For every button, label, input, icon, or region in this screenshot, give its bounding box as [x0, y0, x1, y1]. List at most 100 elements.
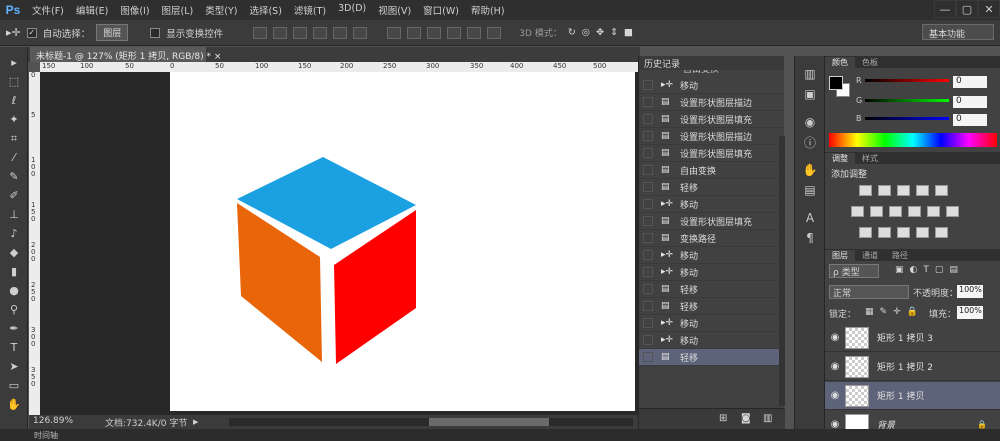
- canvas[interactable]: [170, 72, 635, 411]
- r-value[interactable]: 0: [953, 76, 987, 88]
- menu-item[interactable]: 窗口(W): [417, 3, 465, 17]
- crop-tool-icon[interactable]: ⌗: [0, 129, 28, 148]
- pen-tool-icon[interactable]: ✒: [0, 319, 28, 338]
- history-item[interactable]: ▸✛ 移动: [639, 196, 784, 213]
- gradient-map-icon[interactable]: [916, 227, 929, 238]
- history-item[interactable]: ▤ 设置形状图层描边: [639, 94, 784, 111]
- history-source-checkbox[interactable]: [643, 80, 653, 90]
- vertical-ruler[interactable]: 0 5 1 0 0 1 5 0 2 0 0 2 5 0 3 0 0 3 5 0: [29, 72, 40, 415]
- auto-select-checkbox[interactable]: ✓: [26, 27, 37, 38]
- b-slider[interactable]: [865, 117, 949, 120]
- layer-row[interactable]: ◉ 矩形 1 拷贝 2: [825, 353, 1000, 381]
- layer-name[interactable]: 矩形 1 拷贝 3: [877, 331, 933, 344]
- move-tool-icon[interactable]: ▸: [0, 53, 28, 72]
- history-source-checkbox[interactable]: [643, 267, 653, 277]
- lasso-tool-icon[interactable]: ℓ: [0, 91, 28, 110]
- history-item[interactable]: ▸✛ 移动: [639, 264, 784, 281]
- history-item[interactable]: ▸✛ 移动: [639, 247, 784, 264]
- history-item[interactable]: ▤ 自由变换: [639, 162, 784, 179]
- threshold-icon[interactable]: [897, 227, 910, 238]
- rectangle-tool-icon[interactable]: ▭: [0, 376, 28, 395]
- menu-item[interactable]: 视图(V): [372, 3, 417, 17]
- lock-pixels-icon[interactable]: ✎: [880, 307, 888, 317]
- horizontal-scrollbar[interactable]: [229, 418, 633, 426]
- type-tool-icon[interactable]: T: [0, 338, 28, 357]
- gradient-tool-icon[interactable]: ▮: [0, 262, 28, 281]
- color-lookup-icon[interactable]: [946, 206, 959, 217]
- distribute-left-icon[interactable]: [447, 26, 462, 39]
- history-item[interactable]: ▤ 变换路径: [639, 230, 784, 247]
- selective-color-icon[interactable]: [935, 227, 948, 238]
- history-source-checkbox[interactable]: [643, 301, 653, 311]
- dodge-tool-icon[interactable]: ⚲: [0, 300, 28, 319]
- auto-select-dropdown[interactable]: 图层: [96, 24, 129, 41]
- snapshot-camera-icon[interactable]: ◙: [741, 413, 751, 424]
- status-arrow-icon[interactable]: ▶: [193, 418, 198, 426]
- scrollbar-thumb[interactable]: [429, 418, 549, 426]
- path-selection-tool-icon[interactable]: ➤: [0, 357, 28, 376]
- levels-icon[interactable]: [878, 185, 891, 196]
- minimize-button[interactable]: —: [934, 0, 956, 18]
- hue-saturation-icon[interactable]: [851, 206, 864, 217]
- lock-position-icon[interactable]: ✛: [893, 307, 901, 317]
- invert-icon[interactable]: [859, 227, 872, 238]
- history-item[interactable]: ▤ 轻移: [639, 179, 784, 196]
- distribute-hcenter-icon[interactable]: [467, 26, 482, 39]
- layer-name[interactable]: 矩形 1 拷贝: [877, 389, 924, 402]
- history-item[interactable]: ▤ 设置形状图层填充: [639, 145, 784, 162]
- magic-wand-tool-icon[interactable]: ✦: [0, 110, 28, 129]
- align-bottom-icon[interactable]: [293, 26, 308, 39]
- history-source-checkbox[interactable]: [643, 114, 653, 124]
- shape-filter-icon[interactable]: ▢: [935, 265, 944, 275]
- history-item[interactable]: ▤ 轻移: [639, 281, 784, 298]
- vibrance-icon[interactable]: [935, 185, 948, 196]
- tab-channels[interactable]: 通道: [855, 250, 885, 261]
- b-value[interactable]: 0: [953, 114, 987, 126]
- menu-item[interactable]: 选择(S): [243, 3, 287, 17]
- history-source-checkbox[interactable]: [643, 165, 653, 175]
- move-tool-icon[interactable]: ▸✛: [6, 26, 21, 39]
- tab-swatches[interactable]: 色板: [855, 57, 885, 68]
- tab-adjustments[interactable]: 调整: [825, 153, 855, 164]
- history-source-checkbox[interactable]: [643, 284, 653, 294]
- layer-name[interactable]: 矩形 1 拷贝 2: [877, 360, 933, 373]
- history-source-checkbox[interactable]: [643, 97, 653, 107]
- history-item[interactable]: ▤ 轻移: [639, 298, 784, 315]
- properties-panel-icon[interactable]: ▣: [795, 84, 825, 104]
- smart-filter-icon[interactable]: ▤: [949, 265, 958, 275]
- roll-3d-icon[interactable]: ◎: [582, 27, 590, 38]
- history-source-checkbox[interactable]: [643, 318, 653, 328]
- layer-filter-dropdown[interactable]: ρ 类型: [829, 264, 879, 278]
- history-source-checkbox[interactable]: [643, 199, 653, 209]
- menu-item[interactable]: 3D(D): [332, 3, 372, 17]
- show-transform-checkbox[interactable]: [150, 27, 161, 38]
- drag-3d-icon[interactable]: ✥: [596, 27, 604, 38]
- adjustment-filter-icon[interactable]: ◐: [910, 265, 918, 275]
- timeline-tab[interactable]: 时间轴: [34, 430, 58, 441]
- g-slider[interactable]: [865, 99, 949, 102]
- curves-icon[interactable]: [897, 185, 910, 196]
- zoom-level[interactable]: 126.89%: [33, 416, 73, 426]
- align-top-icon[interactable]: [253, 26, 268, 39]
- info-panel-icon[interactable]: ⓘ: [795, 132, 825, 152]
- black-white-icon[interactable]: [889, 206, 902, 217]
- hand-tool-icon[interactable]: ✋: [0, 395, 28, 414]
- marquee-tool-icon[interactable]: ⬚: [0, 72, 28, 91]
- fill-value[interactable]: 100%: [957, 306, 983, 319]
- history-scrollbar[interactable]: [779, 136, 785, 406]
- r-slider[interactable]: [865, 79, 949, 82]
- stamp-tool-icon[interactable]: ⊥: [0, 205, 28, 224]
- menu-item[interactable]: 文件(F): [26, 3, 70, 17]
- history-source-checkbox[interactable]: [643, 233, 653, 243]
- brightness-icon[interactable]: [859, 185, 872, 196]
- history-source-checkbox[interactable]: [643, 352, 653, 362]
- eyedropper-tool-icon[interactable]: ⁄: [0, 148, 28, 167]
- blend-mode-dropdown[interactable]: 正常: [829, 285, 909, 299]
- tab-color[interactable]: 颜色: [825, 57, 855, 68]
- distribute-top-icon[interactable]: [387, 26, 402, 39]
- opacity-value[interactable]: 100%: [957, 285, 983, 298]
- brush-presets-icon[interactable]: ▤: [795, 180, 825, 200]
- tab-layers[interactable]: 图层: [825, 250, 855, 261]
- history-brush-tool-icon[interactable]: ♪: [0, 224, 28, 243]
- exposure-icon[interactable]: [916, 185, 929, 196]
